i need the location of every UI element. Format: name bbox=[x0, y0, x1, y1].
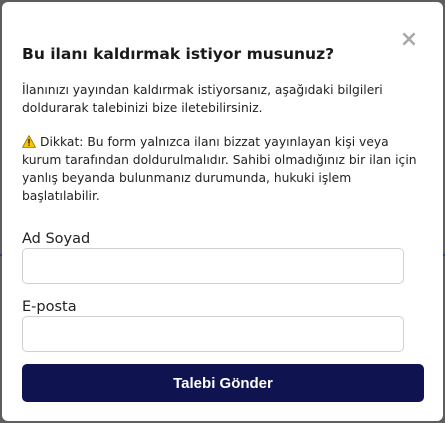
close-icon[interactable]: × bbox=[399, 29, 419, 51]
name-field-label: Ad Soyad bbox=[22, 231, 91, 247]
dialog-title: Bu ilanı kaldırmak istiyor musunuz? bbox=[22, 45, 335, 63]
warning-text: Dikkat: Bu form yalnızca ilanı bizzat ya… bbox=[22, 135, 417, 203]
email-input[interactable] bbox=[22, 316, 404, 352]
warning-icon bbox=[22, 135, 36, 148]
warning-notice: Dikkat: Bu form yalnızca ilanı bizzat ya… bbox=[22, 133, 422, 205]
submit-request-button[interactable]: Talebi Gönder bbox=[22, 364, 424, 402]
dialog-description: İlanınızı yayından kaldırmak istiyorsanı… bbox=[22, 83, 383, 115]
remove-listing-dialog: × Bu ilanı kaldırmak istiyor musunuz? İl… bbox=[2, 2, 443, 421]
email-field-label: E-posta bbox=[22, 299, 77, 315]
name-input[interactable] bbox=[22, 248, 404, 284]
